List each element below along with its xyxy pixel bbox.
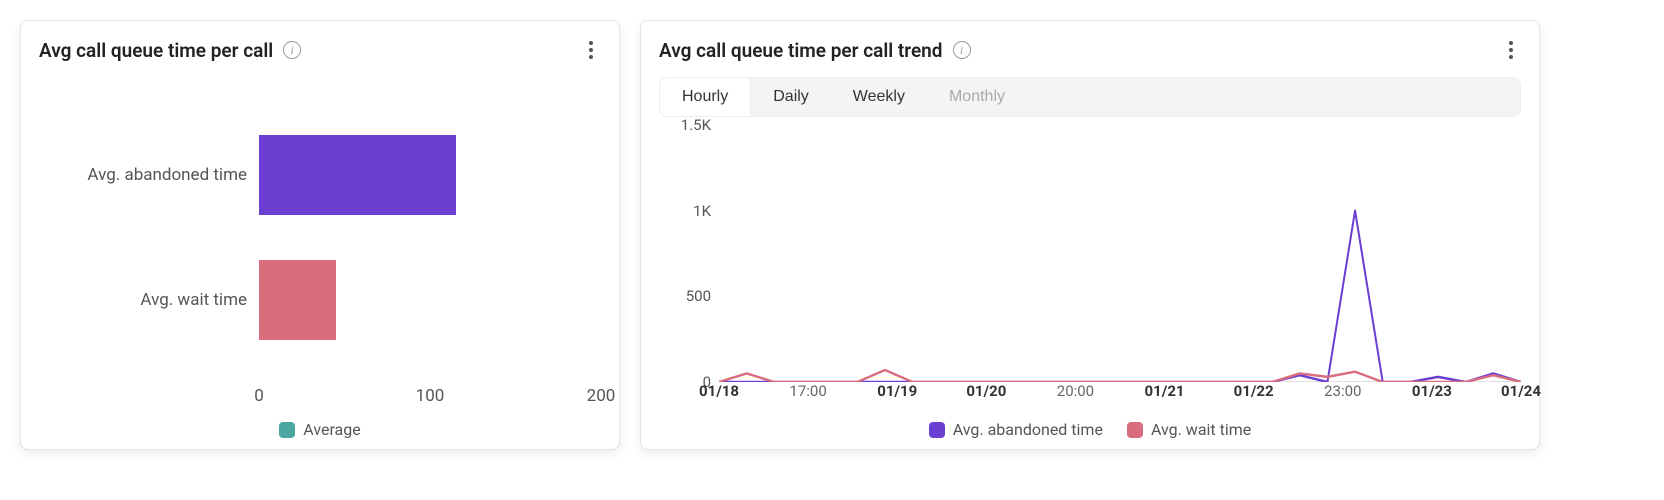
hbar-x-axis: 0100200 xyxy=(259,386,601,412)
card-title-wrap: Avg call queue time per call trend i xyxy=(659,39,971,62)
line-x-tick: 01/20 xyxy=(966,382,1006,400)
line-series xyxy=(719,211,1521,382)
kebab-menu-icon[interactable] xyxy=(581,37,601,63)
line-y-axis: 05001K1.5K xyxy=(659,125,719,382)
card-header: Avg call queue time per call i xyxy=(39,37,601,63)
hbar-legend: Average xyxy=(39,420,601,439)
line-x-tick: 01/21 xyxy=(1145,382,1185,400)
line-chart: 05001K1.5K 01/1817:0001/1901/2020:0001/2… xyxy=(659,125,1521,439)
kebab-menu-icon[interactable] xyxy=(1501,37,1521,63)
hbar-track xyxy=(259,260,601,340)
card-title: Avg call queue time per call xyxy=(39,39,273,62)
legend-label: Average xyxy=(303,420,360,439)
hbar-chart: Avg. abandoned time Avg. wait time 010020… xyxy=(39,63,601,439)
legend-swatch xyxy=(929,422,945,438)
line-y-tick: 1.5K xyxy=(681,116,711,134)
segment-hourly[interactable]: Hourly xyxy=(660,78,751,116)
hbar-track xyxy=(259,135,601,215)
legend-label: Avg. abandoned time xyxy=(953,420,1103,439)
line-x-tick: 17:00 xyxy=(789,382,826,400)
line-x-tick: 01/22 xyxy=(1234,382,1274,400)
legend-label: Avg. wait time xyxy=(1151,420,1251,439)
line-x-tick: 23:00 xyxy=(1324,382,1361,400)
hbar-x-tick: 0 xyxy=(254,386,264,406)
line-x-tick: 01/18 xyxy=(699,382,739,400)
segment-daily[interactable]: Daily xyxy=(751,78,831,116)
line-x-tick: 01/23 xyxy=(1412,382,1452,400)
legend-item-abandoned: Avg. abandoned time xyxy=(929,420,1103,439)
info-icon[interactable]: i xyxy=(953,41,971,59)
hbar-row: Avg. abandoned time xyxy=(39,135,601,215)
line-plot: 05001K1.5K xyxy=(659,125,1521,382)
hbar-x-tick: 100 xyxy=(416,386,445,406)
card-title-wrap: Avg call queue time per call i xyxy=(39,39,301,62)
legend-swatch xyxy=(279,422,295,438)
hbar-category-label: Avg. abandoned time xyxy=(39,165,259,185)
line-x-tick: 01/19 xyxy=(877,382,917,400)
segment-weekly[interactable]: Weekly xyxy=(831,78,927,116)
card-avg-queue-time-trend: Avg call queue time per call trend i Hou… xyxy=(640,20,1540,450)
line-legend: Avg. abandoned time Avg. wait time xyxy=(659,420,1521,439)
card-header: Avg call queue time per call trend i xyxy=(659,37,1521,63)
line-series xyxy=(719,370,1521,382)
line-x-tick: 20:00 xyxy=(1057,382,1094,400)
line-y-tick: 500 xyxy=(686,287,711,305)
line-y-tick: 1K xyxy=(693,202,711,220)
line-x-tick: 01/24 xyxy=(1501,382,1541,400)
time-range-segmented-control: Hourly Daily Weekly Monthly xyxy=(659,77,1521,117)
hbar-row: Avg. wait time xyxy=(39,260,601,340)
segment-monthly: Monthly xyxy=(927,78,1027,116)
hbar-fill xyxy=(259,260,336,340)
hbar-x-tick: 200 xyxy=(587,386,616,406)
line-plot-svg xyxy=(719,125,1521,382)
legend-item-wait: Avg. wait time xyxy=(1127,420,1251,439)
card-title: Avg call queue time per call trend xyxy=(659,39,943,62)
line-x-axis: 01/1817:0001/1901/2020:0001/2101/2223:00… xyxy=(719,382,1521,410)
hbar-fill xyxy=(259,135,456,215)
legend-swatch xyxy=(1127,422,1143,438)
card-avg-queue-time: Avg call queue time per call i Avg. aban… xyxy=(20,20,620,450)
hbar-category-label: Avg. wait time xyxy=(39,290,259,310)
info-icon[interactable]: i xyxy=(283,41,301,59)
